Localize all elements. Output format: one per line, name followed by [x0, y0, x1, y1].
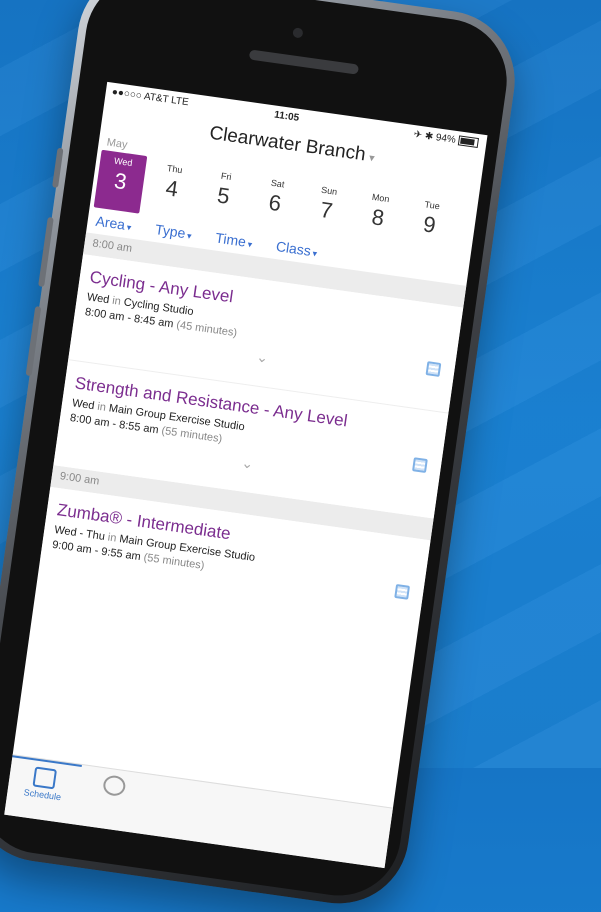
filter-label: Area	[94, 212, 127, 233]
tab-label: Schedule	[23, 787, 62, 803]
tab-activities[interactable]	[74, 765, 152, 834]
chevron-down-icon: ▾	[311, 248, 318, 259]
date-number: 3	[112, 167, 129, 195]
tab-schedule[interactable]: Schedule	[4, 755, 82, 825]
date-item-fri[interactable]: Fri 5	[197, 164, 251, 228]
add-to-calendar-icon[interactable]	[425, 361, 442, 377]
date-number: 6	[267, 189, 283, 217]
speaker-grille	[248, 49, 360, 75]
in-label: in	[107, 531, 118, 545]
date-number: 8	[370, 204, 386, 231]
date-item-tue[interactable]: Tue 9	[403, 193, 457, 257]
filter-label: Time	[214, 229, 248, 250]
in-label: in	[111, 294, 122, 308]
date-item-sat[interactable]: Sat 6	[248, 171, 302, 235]
add-to-calendar-icon[interactable]	[412, 457, 428, 474]
filter-type[interactable]: Type▾	[154, 221, 193, 242]
clock: 11:05	[273, 109, 300, 124]
add-to-calendar-icon[interactable]	[394, 583, 411, 600]
phone-mockup: ●●○○○ AT&T LTE 11:05 ✈ ✱ 94% Clearwater …	[0, 0, 524, 912]
chevron-down-icon: ▾	[246, 239, 253, 250]
chevron-down-icon: ▾	[126, 222, 132, 233]
basketball-icon	[102, 774, 127, 798]
bottom-tab-bar: Schedule	[4, 754, 393, 869]
battery-percent: ✈ ✱ 94%	[412, 129, 457, 146]
class-days: Wed	[86, 291, 111, 307]
date-number: 9	[421, 211, 438, 238]
chevron-down-icon: ▾	[186, 230, 193, 242]
battery-icon	[457, 135, 479, 149]
filter-label: Class	[275, 238, 312, 259]
date-number: 7	[318, 196, 335, 224]
filter-time[interactable]: Time▾	[215, 230, 254, 251]
date-number: 5	[215, 182, 232, 209]
date-number: 4	[164, 175, 180, 202]
app-screen: ●●○○○ AT&T LTE 11:05 ✈ ✱ 94% Clearwater …	[4, 81, 488, 869]
date-item-mon[interactable]: Mon 8	[351, 186, 405, 250]
calendar-icon	[32, 766, 58, 790]
phone-frame: ●●○○○ AT&T LTE 11:05 ✈ ✱ 94% Clearwater …	[0, 0, 524, 912]
date-item-wed[interactable]: Wed 3	[93, 149, 148, 214]
class-days: Wed	[71, 397, 96, 413]
filter-area[interactable]: Area▾	[95, 213, 133, 234]
date-item-thu[interactable]: Thu 4	[145, 157, 199, 221]
chevron-down-icon: ▾	[368, 152, 376, 165]
in-label: in	[96, 400, 107, 414]
filter-class[interactable]: Class▾	[275, 238, 318, 260]
date-item-sun[interactable]: Sun 7	[300, 179, 354, 243]
filter-label: Type	[154, 221, 187, 242]
camera-icon	[292, 27, 304, 39]
